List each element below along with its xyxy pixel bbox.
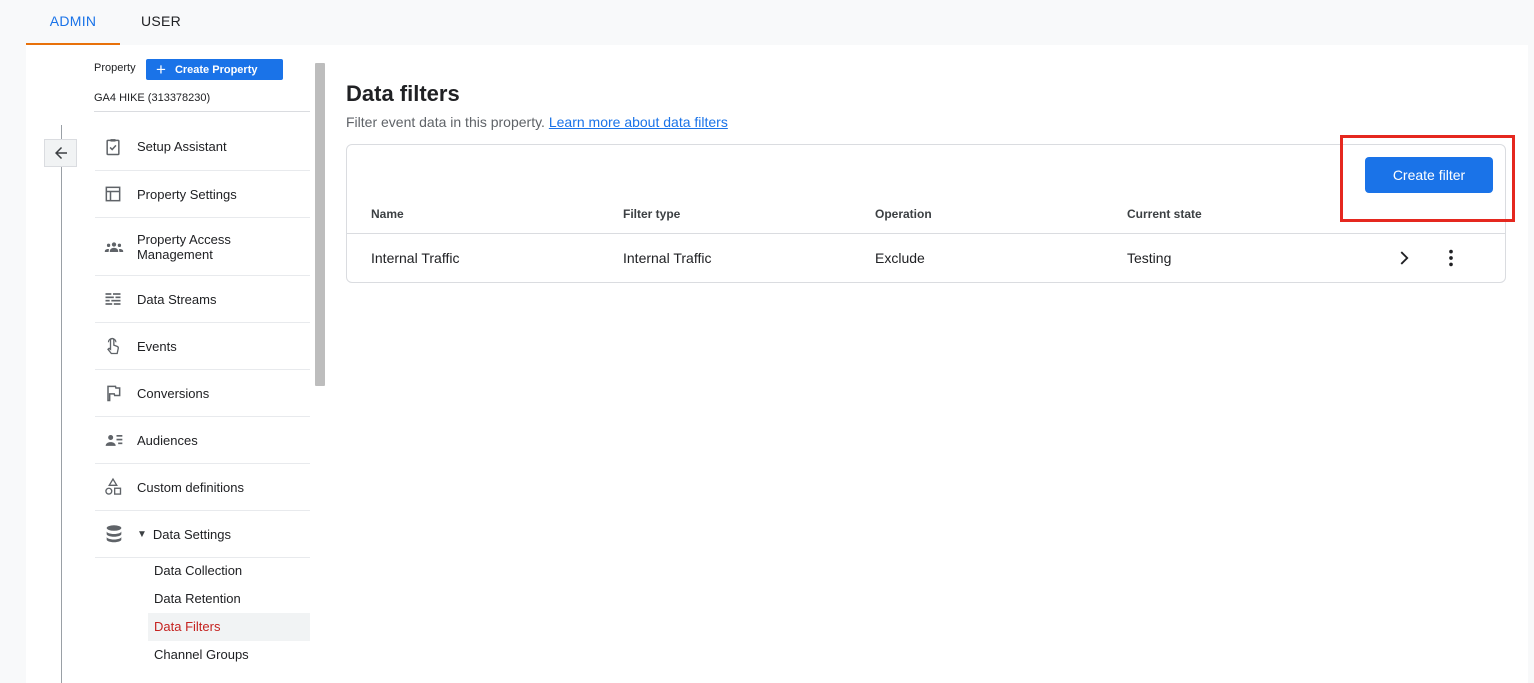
clipboard-check-icon [95,137,137,157]
sidebar-item-property-settings[interactable]: Property Settings [95,171,310,218]
cell-filter-type: Internal Traffic [623,250,712,266]
highlight-box [1340,135,1515,222]
arrow-left-icon [54,147,67,159]
create-property-label: Create Property [174,63,258,76]
page-subtitle: Filter event data in this property. Lear… [346,114,728,130]
cell-name: Internal Traffic [371,250,460,266]
sidebar-rail [61,125,62,683]
learn-more-link[interactable]: Learn more about data filters [549,114,728,130]
audience-icon [95,430,137,450]
sidebar-subitem-channel-groups[interactable]: Channel Groups [148,641,310,669]
column-header-current-state[interactable]: Current state [1127,207,1202,221]
cell-operation: Exclude [875,250,925,266]
sidebar-scrollbar[interactable] [315,63,325,386]
sidebar-item-setup-assistant[interactable]: Setup Assistant [95,123,310,171]
top-tab-bar: ADMIN USER [0,0,1534,45]
sidebar-item-custom-definitions[interactable]: Custom definitions [95,464,310,511]
sidebar-item-label: Data Streams [137,291,217,307]
sidebar-item-events[interactable]: Events [95,323,310,370]
shapes-icon [95,476,137,498]
sidebar-item-label: Custom definitions [137,479,244,495]
divider [94,111,310,112]
sidebar-item-label: Audiences [137,432,198,448]
property-name[interactable]: GA4 HIKE (313378230) [94,92,210,104]
sidebar-item-label: Property Settings [137,186,237,202]
divider [347,233,1505,234]
page-title: Data filters [346,81,460,106]
sidebar-subitem-data-filters[interactable]: Data Filters [148,613,310,641]
cell-current-state: Testing [1127,250,1172,266]
chevron-right-icon[interactable] [1393,247,1415,269]
column-header-filter-type[interactable]: Filter type [623,207,680,221]
plus-icon: + [156,60,166,79]
streams-icon [95,289,137,309]
sidebar-subitem-data-retention[interactable]: Data Retention [148,585,310,613]
sidebar-item-label: Property Access Management [136,231,231,262]
sidebar-nav: Setup Assistant Property Settings Proper… [95,123,310,558]
create-property-button[interactable]: + Create Property [146,59,283,80]
tab-admin[interactable]: ADMIN [26,0,120,45]
people-icon [95,237,137,257]
caret-down-icon: ▼ [137,528,147,540]
back-button[interactable] [44,139,77,167]
sidebar-item-property-access[interactable]: Property Access Management [95,218,310,276]
sidebar-subitem-data-collection[interactable]: Data Collection [148,557,310,585]
column-header-name[interactable]: Name [371,207,404,221]
sidebar-item-label: Conversions [137,385,210,401]
column-header-operation[interactable]: Operation [875,207,932,221]
sidebar-item-label: Events [137,338,177,354]
flag-icon [95,383,137,403]
sidebar-item-data-settings[interactable]: ▼ Data Settings [95,511,310,558]
tab-user[interactable]: USER [120,0,202,45]
touch-icon [95,335,137,357]
sidebar-item-label: Data Settings [152,526,231,542]
more-vert-icon[interactable] [1440,247,1462,269]
page-subtitle-text: Filter event data in this property. [346,114,545,130]
property-label: Property [94,62,136,74]
sidebar-item-data-streams[interactable]: Data Streams [95,276,310,323]
sidebar-item-label: Setup Assistant [137,139,227,154]
database-icon [95,523,137,545]
sidebar-item-audiences[interactable]: Audiences [95,417,310,464]
layout-icon [95,184,137,204]
sidebar-item-conversions[interactable]: Conversions [95,370,310,417]
